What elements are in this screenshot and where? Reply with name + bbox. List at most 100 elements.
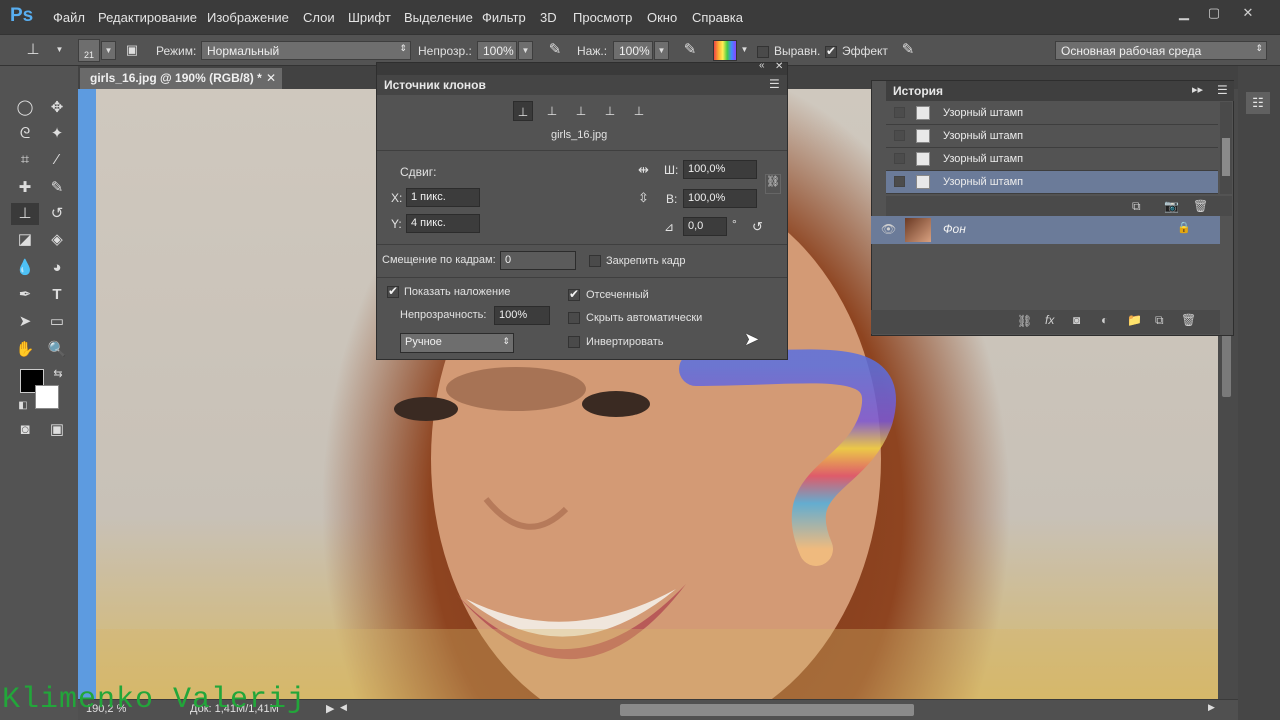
clipped-checkbox[interactable] [568,287,580,301]
history-snapshot-checkbox[interactable] [894,107,905,118]
collapse-panel-icon[interactable]: ▸▸ [1192,83,1203,96]
menu-image[interactable]: Изображение [207,10,289,25]
marquee-tool-icon[interactable]: ◯ [14,97,36,119]
offset-y-field[interactable]: 4 пикс. [406,214,480,233]
swap-colors-icon[interactable]: ⇆ [47,363,69,385]
move-tool-icon[interactable]: ✥ [46,97,68,119]
menu-help[interactable]: Справка [692,10,743,25]
hand-tool-icon[interactable]: ✋ [14,339,36,361]
clone-source-1-icon[interactable]: ⊥ [513,101,533,121]
horizontal-scrollbar[interactable] [620,704,914,716]
pen-tool-icon[interactable]: ✒ [14,284,36,306]
delete-layer-icon[interactable]: 🗑 [1181,313,1196,327]
trash-icon[interactable]: 🗑 [1193,199,1208,213]
airbrush-icon[interactable]: ✎ [679,39,701,61]
invert-checkbox[interactable] [568,336,580,348]
scroll-right-icon[interactable]: ▶ [1208,702,1215,713]
menu-window[interactable]: Окно [647,10,677,25]
preset-dropdown-icon[interactable]: ▼ [52,41,67,60]
overlay-opacity-field[interactable]: 100% [494,306,550,325]
auto-hide-checkbox[interactable] [568,312,580,324]
reset-transform-icon[interactable]: ↺ [752,219,763,235]
rectangle-tool-icon[interactable]: ▭ [46,311,68,333]
history-snapshot-checkbox[interactable] [894,176,905,187]
menu-file[interactable]: Файл [53,10,85,25]
healing-brush-icon[interactable]: ✚ [14,177,36,199]
history-snapshot-checkbox[interactable] [894,130,905,141]
width-field[interactable]: 100,0% [683,160,757,179]
document-tab[interactable]: girls_16.jpg @ 190% (RGB/8) * ✕ [80,68,282,89]
status-menu-icon[interactable]: ▶ [326,702,334,715]
offset-x-field[interactable]: 1 пикс. [406,188,480,207]
adjustment-layer-icon[interactable]: ◐ [1101,313,1108,327]
paint-bucket-icon[interactable]: ◈ [46,229,68,251]
brush-tool-icon[interactable]: ✎ [46,177,68,199]
eraser-tool-icon[interactable]: ◪ [14,229,36,251]
clone-source-5-icon[interactable]: ⊥ [629,101,649,121]
menu-view[interactable]: Просмотр [573,10,632,25]
screen-mode-icon[interactable]: ▣ [46,419,68,441]
history-panel-icon[interactable]: ☷ [1246,92,1270,114]
maximize-icon[interactable]: ▢ [1206,5,1222,20]
pressure-size-icon[interactable]: ✎ [897,39,919,61]
menu-edit[interactable]: Редактирование [98,10,197,25]
panel-titlebar[interactable]: « ✕ [377,60,787,75]
pressure-field[interactable]: 100% [613,41,653,60]
pattern-dropdown-icon[interactable]: ▼ [737,41,752,60]
show-overlay-checkbox[interactable] [387,284,399,298]
flip-vertical-icon[interactable]: ⇳ [638,190,649,206]
new-document-from-state-icon[interactable]: ⧉ [1132,199,1141,214]
type-tool-icon[interactable]: T [46,284,68,306]
pattern-swatch[interactable] [713,40,737,61]
brush-size-picker[interactable]: 21 [78,39,100,62]
quick-mask-icon[interactable]: ◙ [14,419,36,441]
fx-icon[interactable]: fx [1045,313,1054,327]
blur-tool-icon[interactable]: 💧 [14,257,36,279]
clone-source-4-icon[interactable]: ⊥ [600,101,620,121]
background-color-swatch[interactable] [35,385,59,409]
history-item-selected[interactable]: Узорный штамп [886,171,1218,194]
magic-wand-icon[interactable]: ✦ [46,123,68,145]
effect-checkbox[interactable] [825,44,837,58]
layer-name[interactable]: Фон [943,222,966,236]
clone-source-3-icon[interactable]: ⊥ [571,101,591,121]
new-group-icon[interactable]: 📁 [1127,313,1142,327]
close-tab-icon[interactable]: ✕ [266,71,276,85]
close-icon[interactable]: ✕ [1240,5,1256,20]
overlay-mode-select[interactable]: Ручное ⇕ [400,333,514,353]
dodge-tool-icon[interactable]: ◕ [46,257,68,279]
brush-panel-icon[interactable]: ▣ [121,39,143,61]
add-mask-icon[interactable]: ◙ [1073,313,1080,327]
brush-dropdown-icon[interactable]: ▼ [101,41,116,60]
frame-offset-field[interactable]: 0 [500,251,576,270]
link-proportions-icon[interactable]: ⛓ [765,174,781,194]
new-layer-icon[interactable]: ⧉ [1155,313,1164,328]
lasso-tool-icon[interactable]: ᘓ [14,123,36,145]
align-checkbox[interactable] [757,46,769,58]
clone-stamp-preset-icon[interactable]: ⊥ [22,39,44,61]
pressure-dropdown-icon[interactable]: ▼ [654,41,669,60]
panel-menu-icon[interactable]: ☰ [1217,83,1228,97]
layer-row-background[interactable]: 👁 Фон 🔒 [871,216,1220,244]
scroll-left-icon[interactable]: ◀ [340,702,347,713]
angle-field[interactable]: 0,0 [683,217,727,236]
history-brush-icon[interactable]: ↺ [46,203,68,225]
panel-menu-icon[interactable]: ☰ [769,77,780,91]
pressure-opacity-icon[interactable]: ✎ [544,39,566,61]
visibility-eye-icon[interactable]: 👁 [881,222,896,236]
mode-select[interactable]: Нормальный ⇕ [201,41,411,60]
height-field[interactable]: 100,0% [683,189,757,208]
default-colors-icon[interactable]: ◧ [12,395,34,417]
close-panel-icon[interactable]: ✕ [775,61,783,72]
path-select-icon[interactable]: ➤ [14,311,36,333]
opacity-field[interactable]: 100% [477,41,517,60]
lock-frame-checkbox[interactable] [589,255,601,267]
workspace-select[interactable]: Основная рабочая среда ⇕ [1055,41,1267,60]
history-scrollbar[interactable] [1222,138,1230,176]
eyedropper-icon[interactable]: ⁄ [46,149,68,171]
collapse-icon[interactable]: « [759,60,765,71]
menu-3d[interactable]: 3D [540,10,557,25]
menu-type[interactable]: Шрифт [348,10,391,25]
menu-filter[interactable]: Фильтр [482,10,526,25]
clone-source-2-icon[interactable]: ⊥ [542,101,562,121]
